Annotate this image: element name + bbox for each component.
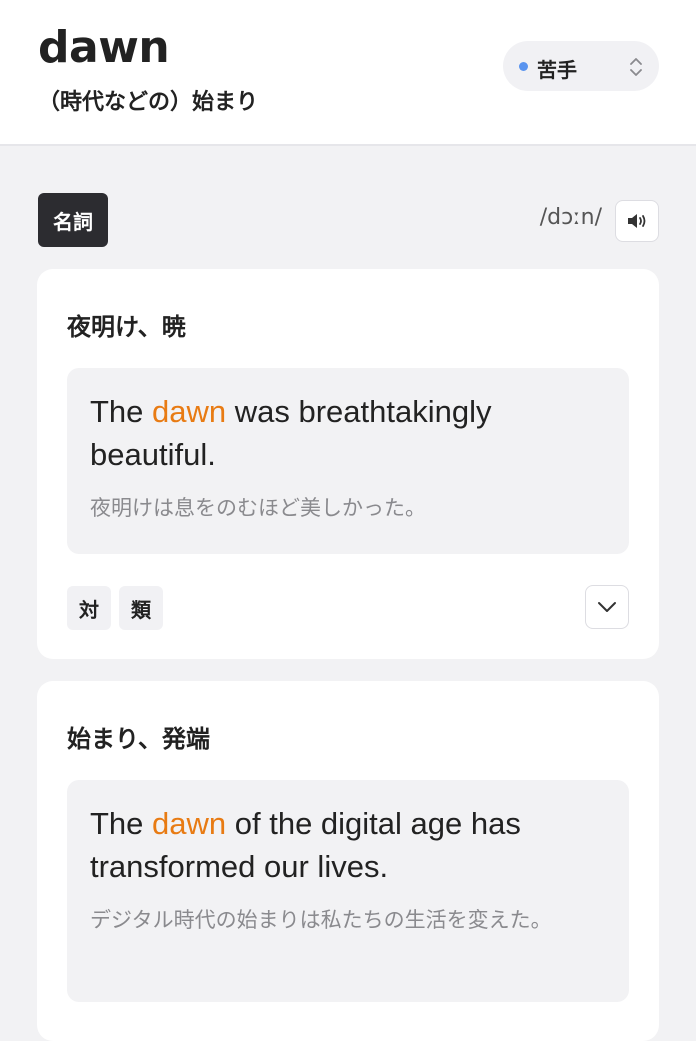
expand-button[interactable] bbox=[585, 585, 629, 629]
example-japanese: 夜明けは息をのむほど美しかった。 bbox=[90, 496, 426, 520]
part-of-speech-badge: 名詞 bbox=[38, 193, 108, 247]
headword-meaning: （時代などの）始まり bbox=[38, 90, 259, 115]
example-english: The dawn of the digital age has transfor… bbox=[90, 802, 610, 888]
level-label: 苦手 bbox=[537, 58, 577, 82]
example-box: The dawn of the digital age has transfor… bbox=[67, 780, 629, 1002]
up-down-chevron-icon bbox=[630, 58, 642, 76]
speaker-icon bbox=[628, 214, 646, 228]
synonym-tag[interactable]: 類 bbox=[119, 586, 163, 630]
sense-card: 夜明け、暁 The dawn was breathtakingly beauti… bbox=[37, 269, 659, 659]
speaker-button[interactable] bbox=[615, 200, 659, 242]
example-text: The bbox=[90, 806, 153, 841]
level-dot bbox=[519, 62, 528, 71]
example-english: The dawn was breathtakingly beautiful. bbox=[90, 390, 610, 476]
sense-title: 夜明け、暁 bbox=[67, 313, 186, 341]
example-highlight: dawn bbox=[152, 394, 227, 429]
headword: dawn bbox=[38, 22, 170, 73]
example-text: The bbox=[90, 394, 153, 429]
sense-title: 始まり、発端 bbox=[67, 725, 211, 753]
pronunciation: /dɔːn/ bbox=[539, 205, 602, 230]
sense-card: 始まり、発端 The dawn of the digital age has t… bbox=[37, 681, 659, 1041]
header: dawn （時代などの）始まり 苦手 bbox=[0, 0, 696, 146]
antonym-tag[interactable]: 対 bbox=[67, 586, 111, 630]
example-box: The dawn was breathtakingly beautiful. 夜… bbox=[67, 368, 629, 554]
level-select[interactable]: 苦手 bbox=[503, 41, 659, 91]
example-highlight: dawn bbox=[152, 806, 227, 841]
example-japanese: デジタル時代の始まりは私たちの生活を変えた。 bbox=[90, 908, 552, 932]
chevron-down-icon bbox=[598, 602, 616, 612]
